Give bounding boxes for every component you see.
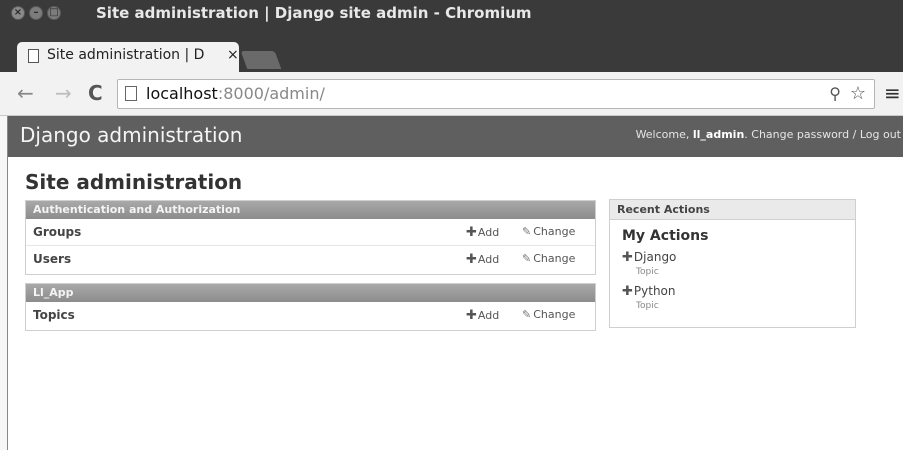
- back-arrow-icon[interactable]: ←: [17, 81, 34, 105]
- plus-icon: ✚: [622, 284, 633, 299]
- add-button[interactable]: ✚Add: [466, 308, 499, 323]
- tab-title: Site administration | D: [47, 47, 205, 63]
- action-object-type: Topic: [636, 301, 659, 311]
- browser-toolbar: ← → C localhost:8000/admin/ ⚲ ☆ ≡: [0, 72, 903, 116]
- browser-window: × – □ Site administration | Django site …: [0, 0, 903, 450]
- add-label: Add: [477, 226, 500, 239]
- pencil-icon: ✎: [522, 308, 532, 321]
- recent-actions-panel: Recent Actions My Actions ✚Django Topic …: [609, 199, 856, 328]
- admin-header: Django administration Welcome, ll_admin.…: [8, 116, 903, 157]
- reload-icon[interactable]: C: [88, 81, 103, 105]
- change-label: Change: [533, 225, 576, 238]
- table-row: Groups ✚Add ✎ Change: [26, 219, 595, 246]
- username: ll_admin: [692, 128, 745, 141]
- new-tab-button[interactable]: [240, 51, 282, 69]
- bookmark-star-icon[interactable]: ☆: [850, 83, 866, 104]
- key-icon[interactable]: ⚲: [829, 84, 841, 103]
- table-row: Users ✚Add ✎ Change: [26, 246, 595, 273]
- add-button[interactable]: ✚Add: [466, 252, 499, 267]
- logout-link[interactable]: Log out: [860, 128, 901, 141]
- recent-action-item[interactable]: ✚Django: [622, 250, 676, 265]
- page-icon: [125, 86, 137, 101]
- model-link-groups[interactable]: Groups: [33, 225, 81, 239]
- plus-icon: ✚: [466, 308, 477, 323]
- menu-icon[interactable]: ≡: [884, 81, 901, 105]
- change-button[interactable]: ✎ Change: [522, 225, 575, 238]
- add-label: Add: [477, 253, 500, 266]
- recent-actions-caption: Recent Actions: [610, 200, 855, 220]
- change-password-link[interactable]: Change password: [751, 128, 849, 141]
- table-row: Topics ✚Add ✎ Change: [26, 302, 595, 329]
- forward-arrow-icon[interactable]: →: [55, 81, 72, 105]
- action-object-type: Topic: [636, 267, 659, 277]
- my-actions-heading: My Actions: [622, 228, 709, 244]
- window-minimize-icon[interactable]: –: [29, 6, 43, 20]
- page-icon: [28, 49, 39, 63]
- separator-slash: /: [849, 128, 860, 141]
- pencil-icon: ✎: [522, 252, 532, 265]
- url-text[interactable]: localhost:8000/admin/: [146, 84, 325, 103]
- model-link-topics[interactable]: Topics: [33, 308, 75, 322]
- plus-icon: ✚: [622, 250, 633, 265]
- recent-action-item[interactable]: ✚Python: [622, 284, 676, 299]
- window-close-icon[interactable]: ×: [11, 6, 25, 20]
- url-path: :8000/admin/: [217, 84, 325, 103]
- plus-icon: ✚: [466, 225, 477, 240]
- window-maximize-icon[interactable]: □: [47, 6, 61, 20]
- action-object-name: Python: [633, 284, 676, 298]
- tab-close-icon[interactable]: ×: [227, 47, 239, 63]
- window-title: Site administration | Django site admin …: [96, 4, 532, 22]
- change-button[interactable]: ✎ Change: [522, 308, 575, 321]
- left-edge-divider: [0, 116, 8, 450]
- url-host: localhost: [146, 84, 218, 103]
- action-object-name: Django: [633, 250, 677, 264]
- welcome-text: Welcome,: [635, 128, 693, 141]
- module-ll-app: Ll_App Topics ✚Add ✎ Change: [25, 283, 596, 331]
- module-auth: Authentication and Authorization Groups …: [25, 200, 596, 275]
- add-button[interactable]: ✚Add: [466, 225, 499, 240]
- change-label: Change: [533, 308, 576, 321]
- page-title: Site administration: [25, 170, 243, 194]
- model-link-users[interactable]: Users: [33, 252, 71, 266]
- change-button[interactable]: ✎ Change: [522, 252, 575, 265]
- add-label: Add: [477, 309, 500, 322]
- plus-icon: ✚: [466, 252, 477, 267]
- pencil-icon: ✎: [522, 225, 532, 238]
- browser-tab-active[interactable]: Site administration | D ×: [17, 42, 239, 72]
- module-caption[interactable]: Ll_App: [26, 284, 595, 302]
- address-bar[interactable]: localhost:8000/admin/ ⚲ ☆: [117, 79, 875, 109]
- site-branding[interactable]: Django administration: [20, 123, 242, 147]
- window-titlebar: × – □ Site administration | Django site …: [0, 0, 903, 74]
- module-caption[interactable]: Authentication and Authorization: [26, 201, 595, 219]
- user-tools: Welcome, ll_admin. Change password / Log…: [636, 128, 901, 141]
- change-label: Change: [533, 252, 576, 265]
